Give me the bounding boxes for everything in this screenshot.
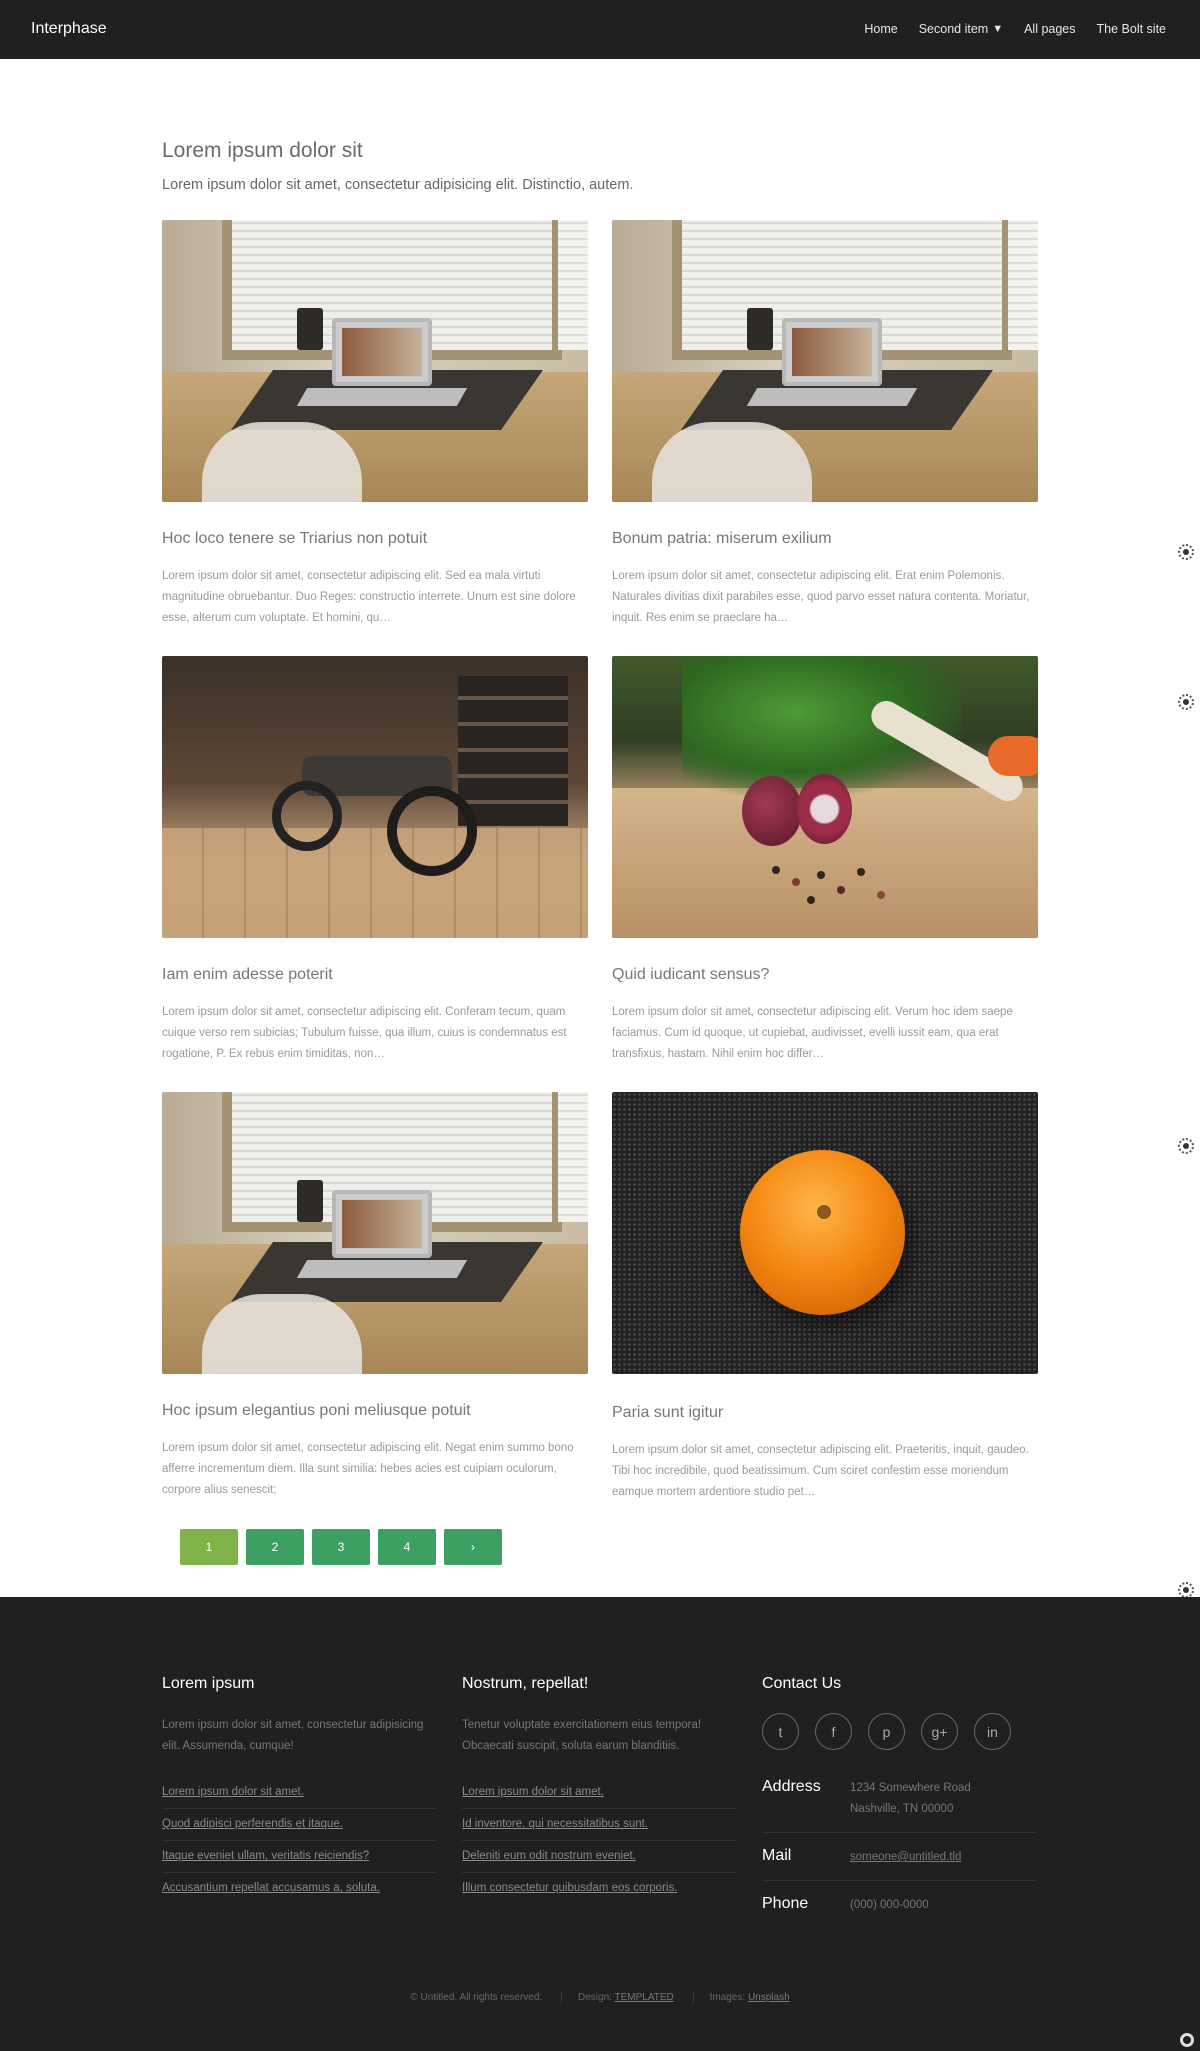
nav-all-pages[interactable]: All pages <box>1024 22 1075 36</box>
scroll-top-icon[interactable] <box>1180 2033 1194 2047</box>
phone-label: Phone <box>762 1895 809 1912</box>
article-card: Bonum patria: miserum exilium Lorem ipsu… <box>612 220 1038 629</box>
caret-down-icon: ▼ <box>992 23 1004 35</box>
footer-link[interactable]: Lorem ipsum dolor sit amet. <box>462 1777 737 1809</box>
copyright-bar: © Untitled. All rights reserved. Design:… <box>0 1992 1200 2003</box>
main-nav: Home Second item ▼ All pages The Bolt sit… <box>843 22 1166 36</box>
design-label: Design: <box>578 1992 612 2003</box>
orange-photo[interactable] <box>612 1092 1038 1374</box>
pinterest-icon[interactable]: p <box>868 1713 905 1750</box>
unsplash-link[interactable]: Unsplash <box>748 1992 790 2003</box>
page-subtitle: Lorem ipsum dolor sit amet, consectetur … <box>162 177 634 193</box>
mail-link[interactable]: someone@untitled.tld <box>850 1847 961 1868</box>
footer-column-2: Nostrum, repellat! Tenetur voluptate exe… <box>462 1675 737 1904</box>
footer-contact: Contact Us t f p g+ in Address 1234 Some… <box>762 1675 1037 1928</box>
page-1-button[interactable]: 1 <box>180 1529 238 1565</box>
address-value: 1234 Somewhere Road Nashville, TN 00000 <box>850 1782 971 1815</box>
footer-link[interactable]: Lorem ipsum dolor sit amet. <box>162 1777 437 1809</box>
page-3-button[interactable]: 3 <box>312 1529 370 1565</box>
footer-link[interactable]: Itaque eveniet ullam, veritatis reiciend… <box>162 1841 437 1873</box>
page-title: Lorem ipsum dolor sit <box>162 139 363 162</box>
footer-link[interactable]: Deleniti eum odit nostrum eveniet. <box>462 1841 737 1873</box>
page-4-button[interactable]: 4 <box>378 1529 436 1565</box>
article-excerpt: Lorem ipsum dolor sit amet, consectetur … <box>162 570 576 624</box>
article-excerpt: Lorem ipsum dolor sit amet, consectetur … <box>612 1006 1013 1060</box>
footer-link[interactable]: Illum consectetur quibusdam eos corporis… <box>462 1873 737 1904</box>
nav-home[interactable]: Home <box>864 22 897 36</box>
scroll-marker-icon[interactable] <box>1178 1582 1194 1598</box>
article-excerpt: Lorem ipsum dolor sit amet, consectetur … <box>162 1442 574 1496</box>
footer-links: Lorem ipsum dolor sit amet. Quod adipisc… <box>162 1777 437 1904</box>
twitter-icon[interactable]: t <box>762 1713 799 1750</box>
article-title[interactable]: Iam enim adesse poterit <box>162 966 588 984</box>
article-title[interactable]: Paria sunt igitur <box>612 1404 1038 1422</box>
copyright-text: © Untitled. All rights reserved. <box>410 1992 543 2003</box>
article-title[interactable]: Hoc loco tenere se Triarius non potuit <box>162 530 588 548</box>
contact-details: Address 1234 Somewhere Road Nashville, T… <box>762 1764 1037 1928</box>
templated-link[interactable]: TEMPLATED <box>615 1992 674 2003</box>
mail-label: Mail <box>762 1847 792 1864</box>
article-excerpt: Lorem ipsum dolor sit amet, consectetur … <box>612 570 1030 624</box>
desk-laptop-photo[interactable] <box>162 220 588 502</box>
footer-text: Tenetur voluptate exercitationem eius te… <box>462 1719 702 1752</box>
article-title[interactable]: Quid iudicant sensus? <box>612 966 1038 984</box>
social-links: t f p g+ in <box>762 1713 1037 1750</box>
phone-value: (000) 000-0000 <box>850 1899 929 1911</box>
contact-mail-row: Mail someone@untitled.tld <box>762 1833 1037 1881</box>
vegetables-photo[interactable] <box>612 656 1038 938</box>
desk-laptop-photo[interactable] <box>612 220 1038 502</box>
article-excerpt: Lorem ipsum dolor sit amet, consectetur … <box>162 1006 567 1060</box>
google-plus-icon[interactable]: g+ <box>921 1713 958 1750</box>
footer-heading: Nostrum, repellat! <box>462 1675 589 1692</box>
address-label: Address <box>762 1778 821 1795</box>
images-credit: Images: Unsplash <box>692 1992 806 2003</box>
nav-second-item-label: Second item <box>918 22 989 36</box>
article-excerpt: Lorem ipsum dolor sit amet, consectetur … <box>612 1444 1029 1498</box>
nav-bolt-site[interactable]: The Bolt site <box>1097 22 1166 36</box>
article-card: Paria sunt igitur Lorem ipsum dolor sit … <box>612 1092 1038 1503</box>
facebook-icon[interactable]: f <box>815 1713 852 1750</box>
article-card: Hoc loco tenere se Triarius non potuit L… <box>162 220 588 629</box>
footer-links: Lorem ipsum dolor sit amet. Id inventore… <box>462 1777 737 1904</box>
footer-heading: Lorem ipsum <box>162 1675 255 1692</box>
design-credit: Design: TEMPLATED <box>561 1992 690 2003</box>
site-footer: Lorem ipsum Lorem ipsum dolor sit amet, … <box>0 1597 1200 2051</box>
footer-link[interactable]: Quod adipisci perferendis et itaque. <box>162 1809 437 1841</box>
images-label: Images: <box>709 1992 746 2003</box>
next-page-button[interactable]: › <box>444 1529 502 1565</box>
contact-address-row: Address 1234 Somewhere Road Nashville, T… <box>762 1764 1037 1833</box>
article-card: Quid iudicant sensus? Lorem ipsum dolor … <box>612 656 1038 1065</box>
scroll-marker-icon[interactable] <box>1178 694 1194 710</box>
contact-phone-row: Phone (000) 000-0000 <box>762 1881 1037 1928</box>
article-title[interactable]: Bonum patria: miserum exilium <box>612 530 1038 548</box>
article-card: Iam enim adesse poterit Lorem ipsum dolo… <box>162 656 588 1065</box>
page-2-button[interactable]: 2 <box>246 1529 304 1565</box>
motorcycle-garage-photo[interactable] <box>162 656 588 938</box>
footer-column-1: Lorem ipsum Lorem ipsum dolor sit amet, … <box>162 1675 437 1904</box>
nav-second-item[interactable]: Second item ▼ <box>919 22 1003 36</box>
scroll-marker-icon[interactable] <box>1178 1138 1194 1154</box>
article-title[interactable]: Hoc ipsum elegantius poni meliusque potu… <box>162 1402 588 1420</box>
footer-text: Lorem ipsum dolor sit amet, consectetur … <box>162 1719 424 1752</box>
desk-laptop-photo[interactable] <box>162 1092 588 1374</box>
scroll-marker-icon[interactable] <box>1178 544 1194 560</box>
footer-link[interactable]: Accusantium repellat accusamus a, soluta… <box>162 1873 437 1904</box>
linkedin-icon[interactable]: in <box>974 1713 1011 1750</box>
pagination: 1 2 3 4 › <box>180 1529 502 1565</box>
footer-link[interactable]: Id inventore, qui necessitatibus sunt. <box>462 1809 737 1841</box>
contact-heading: Contact Us <box>762 1675 842 1692</box>
article-card: Hoc ipsum elegantius poni meliusque potu… <box>162 1092 588 1501</box>
brand-logo[interactable]: Interphase <box>31 20 107 38</box>
top-navbar: Interphase Home Second item ▼ All pages T… <box>0 0 1200 59</box>
